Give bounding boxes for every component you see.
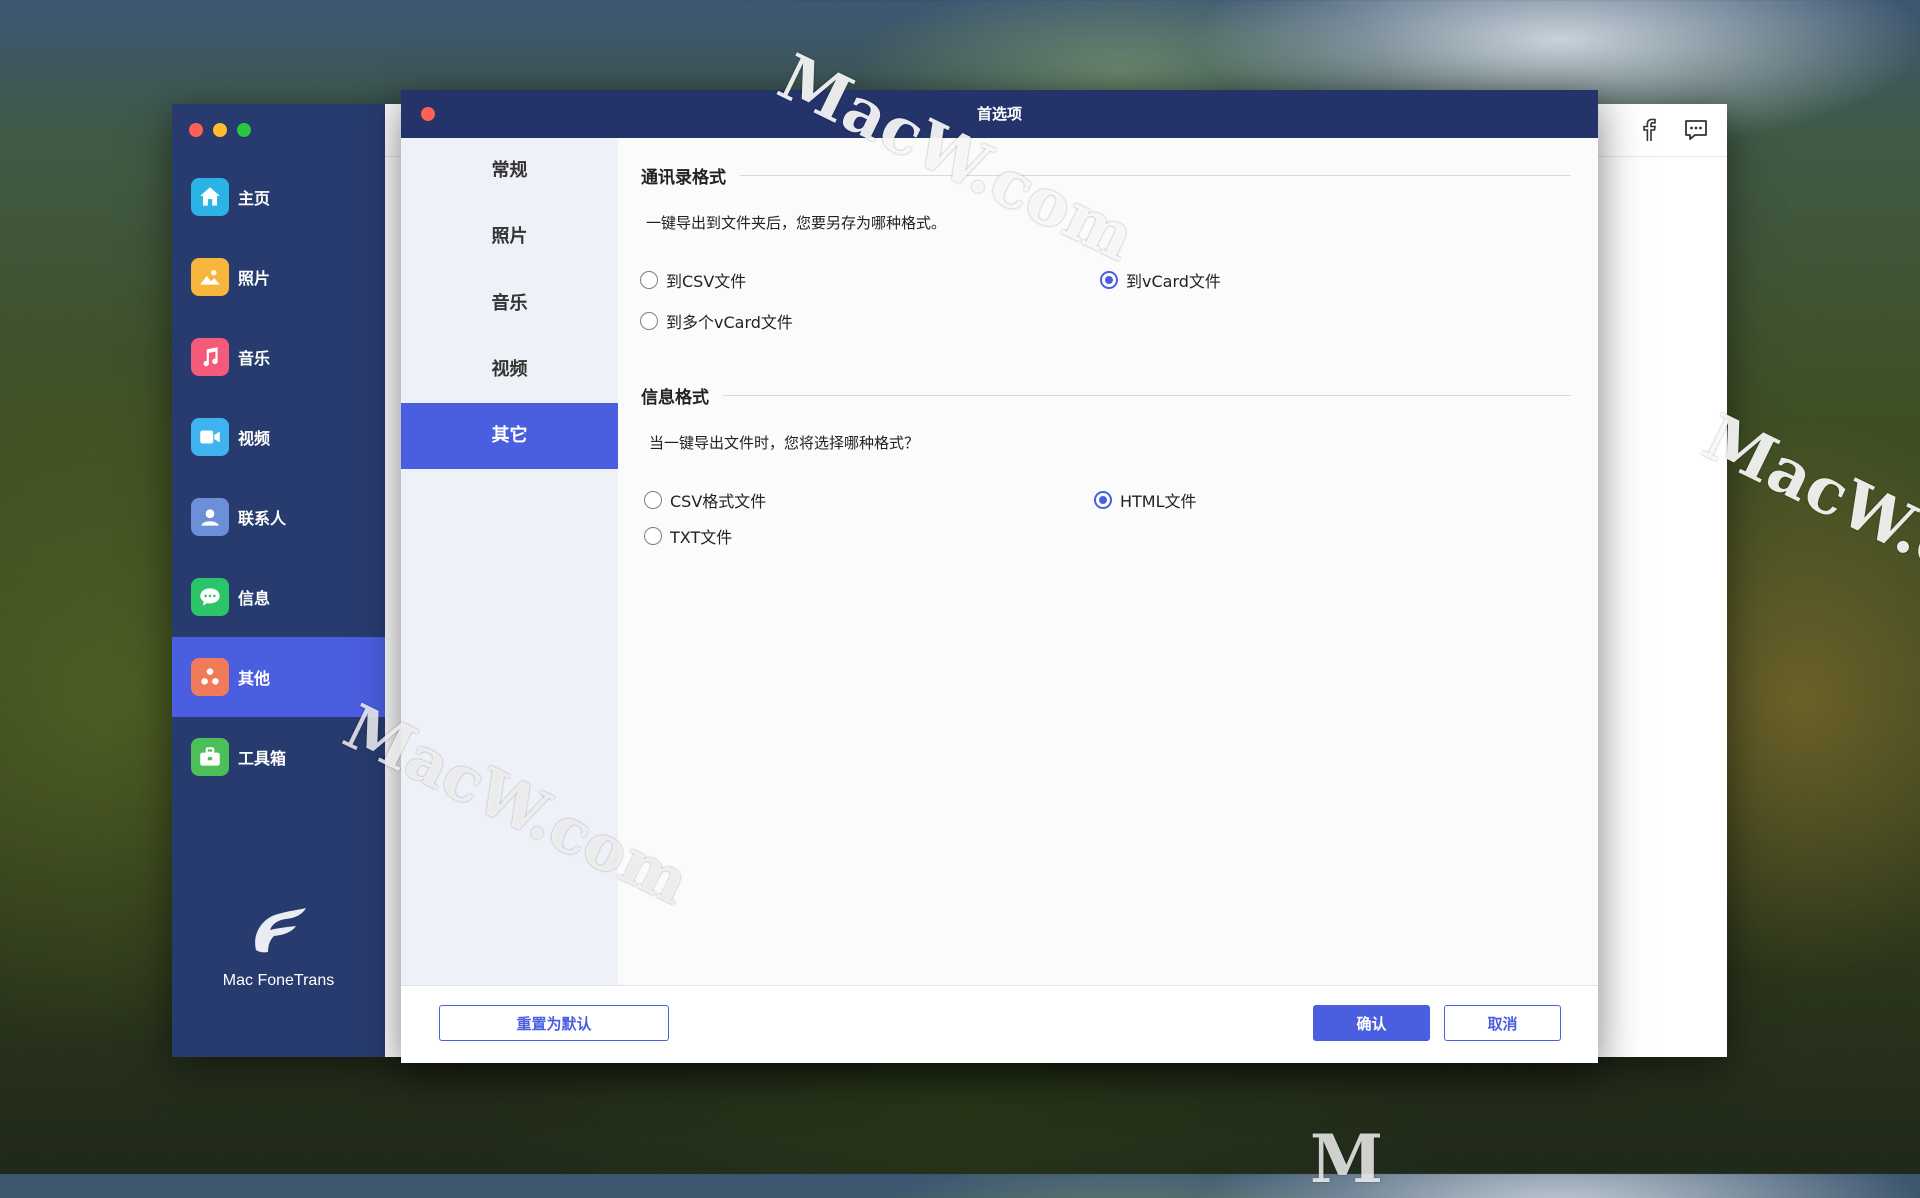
minimize-window-button[interactable] [213,123,227,137]
sidebar-item-label: 视频 [238,429,271,448]
dialog-close-button[interactable] [421,107,435,121]
feedback-icon[interactable] [1683,118,1709,146]
dialog-title: 首选项 [976,105,1022,123]
reset-default-button[interactable]: 重置为默认 [439,1005,669,1041]
radio-messages-html[interactable]: HTML文件 [1094,488,1197,512]
sidebar-item-label: 其他 [238,669,271,688]
toolbox-icon [191,738,229,776]
dialog-titlebar: 首选项 [401,90,1598,138]
radio-label: TXT文件 [670,528,733,547]
sidebar-item-label: 工具箱 [238,749,287,768]
preferences-nav: 常规 照片 音乐 视频 其它 [401,138,618,985]
radio-messages-csv[interactable]: CSV格式文件 [644,488,766,512]
tab-video[interactable]: 视频 [401,337,618,403]
preferences-content: 通讯录格式 一键导出到文件夹后，您要另存为哪种格式。 到CSV文件 到vCard… [618,138,1598,985]
radio-button[interactable] [640,271,658,289]
sidebar-item-contacts[interactable]: 联系人 [172,477,385,557]
section-description: 一键导出到文件夹后，您要另存为哪种格式。 [646,214,947,232]
sidebar-item-video[interactable]: 视频 [172,397,385,477]
sidebar-item-other[interactable]: 其他 [172,637,385,717]
tab-music[interactable]: 音乐 [401,271,618,337]
preferences-dialog: 首选项 常规 照片 音乐 视频 其它 通讯录格式 一键导出到文件夹后，您要另存为… [401,90,1598,1063]
radio-label: 到多个vCard文件 [666,313,793,332]
brand-name: Mac FoneTrans [222,972,335,989]
sidebar-item-photos[interactable]: 照片 [172,237,385,317]
tab-general[interactable]: 常规 [401,138,618,204]
radio-messages-txt[interactable]: TXT文件 [644,524,732,548]
close-window-button[interactable] [189,123,203,137]
contacts-format-header: 通讯录格式 [641,163,1571,188]
message-icon [191,578,229,616]
radio-contacts-csv[interactable]: 到CSV文件 [640,268,746,292]
radio-label: 到vCard文件 [1126,272,1221,291]
sidebar-item-label: 联系人 [238,509,287,528]
radio-button[interactable] [644,491,662,509]
home-icon [191,178,229,216]
fonetrans-logo-icon [248,904,310,960]
watermark-partial: M [1310,1120,1384,1198]
video-icon [191,418,229,456]
section-title: 通讯录格式 [641,168,726,188]
section-divider [723,395,1571,396]
sidebar-item-home[interactable]: 主页 [172,157,385,237]
radio-contacts-multiple-vcard[interactable]: 到多个vCard文件 [640,309,793,333]
top-toolbar [1639,118,1709,146]
sidebar-item-label: 主页 [238,189,271,208]
sidebar-item-toolbox[interactable]: 工具箱 [172,717,385,797]
radio-button[interactable] [1100,271,1118,289]
sidebar-item-label: 音乐 [238,349,271,368]
radio-button[interactable] [640,312,658,330]
section-description: 当一键导出文件时，您将选择哪种格式？ [649,434,920,452]
dialog-footer: 重置为默认 确认 取消 [401,985,1598,1063]
sidebar-item-messages[interactable]: 信息 [172,557,385,637]
radio-button[interactable] [644,527,662,545]
music-icon [191,338,229,376]
photo-icon [191,258,229,296]
radio-label: HTML文件 [1120,492,1197,511]
radio-label: CSV格式文件 [670,492,767,511]
other-icon [191,658,229,696]
facebook-icon[interactable] [1639,118,1659,146]
sidebar-item-label: 照片 [238,269,271,288]
radio-button[interactable] [1094,491,1112,509]
cancel-button[interactable]: 取消 [1444,1005,1561,1041]
sidebar-item-music[interactable]: 音乐 [172,317,385,397]
contacts-icon [191,498,229,536]
sidebar: 主页 照片 音乐 视频 联系人 信息 其他 工具箱 Mac FoneTrans [172,104,385,1057]
tab-other[interactable]: 其它 [401,403,618,469]
zoom-window-button[interactable] [237,123,251,137]
radio-contacts-vcard[interactable]: 到vCard文件 [1100,268,1221,292]
section-title: 信息格式 [641,388,709,408]
brand: Mac FoneTrans [172,904,385,990]
confirm-button[interactable]: 确认 [1313,1005,1430,1041]
tab-photos[interactable]: 照片 [401,204,618,270]
sidebar-item-label: 信息 [238,589,271,608]
section-divider [740,175,1571,176]
messages-format-header: 信息格式 [641,383,1571,408]
radio-label: 到CSV文件 [666,272,747,291]
